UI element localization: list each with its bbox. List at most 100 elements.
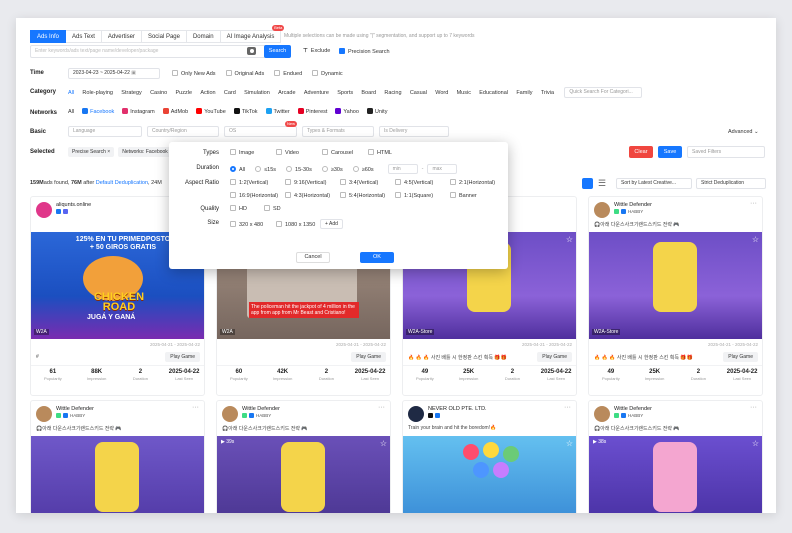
- ad-card[interactable]: Wittle Defender HABBY ··· 🎧아래 다운스사크기랜드스키…: [216, 400, 391, 513]
- category-item[interactable]: Music: [457, 90, 471, 96]
- ok-button[interactable]: OK: [360, 252, 394, 263]
- type-option[interactable]: Video: [276, 149, 322, 156]
- ad-card[interactable]: Wittle Defender HABBY ··· 🎧아래 다운스사크기랜드스키…: [30, 400, 205, 513]
- tab-ai-image-analysis[interactable]: AI Image Analysis Beta: [220, 25, 285, 43]
- star-icon[interactable]: ☆: [752, 439, 759, 448]
- network-item[interactable]: Twitter: [265, 108, 290, 115]
- more-icon[interactable]: ···: [750, 200, 757, 207]
- advanced-toggle[interactable]: Advanced ⌄: [728, 129, 759, 135]
- duration-max-input[interactable]: max: [427, 164, 458, 174]
- exclude-toggle[interactable]: ⊤ Exclude: [303, 48, 330, 54]
- more-icon[interactable]: ···: [564, 404, 571, 411]
- star-icon[interactable]: ☆: [566, 235, 573, 244]
- category-item[interactable]: Action: [200, 90, 215, 96]
- ad-card[interactable]: Wittle Defender HABBY ··· 🎧아래 다운스사크기랜드스키…: [588, 196, 763, 396]
- category-item[interactable]: All: [68, 90, 74, 96]
- network-item[interactable]: Unity: [366, 108, 387, 115]
- category-item[interactable]: Board: [361, 90, 376, 96]
- category-item[interactable]: Family: [516, 90, 532, 96]
- precision-search-checkbox[interactable]: Precision Search: [339, 48, 390, 55]
- ad-media[interactable]: ▶ 38s ☆: [589, 436, 762, 513]
- duration-min-input[interactable]: min: [387, 164, 418, 174]
- more-icon[interactable]: ···: [750, 404, 757, 411]
- aspect-option[interactable]: 1:2(Vertical): [230, 179, 285, 186]
- play-game-button[interactable]: Play Game: [537, 352, 572, 362]
- types-formats-select[interactable]: Types & Formats: [302, 126, 374, 137]
- more-icon[interactable]: ···: [192, 404, 199, 411]
- saved-filters-select[interactable]: Saved Filters: [687, 146, 765, 158]
- quality-sd[interactable]: SD: [264, 205, 281, 212]
- duration-option[interactable]: ≥60s: [352, 165, 374, 173]
- search-button[interactable]: Search: [264, 45, 291, 58]
- dedup-select[interactable]: Strict Deduplication: [696, 178, 766, 189]
- os-select[interactable]: OS New: [224, 121, 298, 137]
- original-ads-checkbox[interactable]: Original Ads: [225, 70, 264, 77]
- type-option[interactable]: Carousel: [322, 149, 368, 156]
- network-item[interactable]: TikTok: [233, 108, 258, 115]
- aspect-option[interactable]: 1:1(Square): [395, 192, 450, 199]
- category-item[interactable]: Arcade: [278, 90, 295, 96]
- network-item[interactable]: AdMob: [162, 108, 188, 115]
- network-item[interactable]: YouTube: [196, 108, 226, 115]
- grid-view-icon[interactable]: [582, 178, 593, 189]
- ad-media[interactable]: ☆: [403, 436, 576, 513]
- category-item[interactable]: Sports: [337, 90, 353, 96]
- size-320x480[interactable]: 320 x 480: [230, 220, 268, 228]
- network-item[interactable]: Instagram: [122, 108, 155, 115]
- language-select[interactable]: Language: [68, 126, 142, 137]
- network-item[interactable]: All: [68, 109, 74, 115]
- is-delivery-select[interactable]: Is Delivery: [379, 126, 449, 137]
- category-quick-search[interactable]: Quick Search For Categori...: [564, 87, 643, 98]
- size-1080x1350[interactable]: 1080 x 1350: [276, 220, 320, 228]
- star-icon[interactable]: ☆: [380, 439, 387, 448]
- type-option[interactable]: HTML: [368, 149, 414, 156]
- aspect-option[interactable]: 5:4(Horizontal): [340, 192, 395, 199]
- network-item[interactable]: Pinterest: [297, 108, 327, 115]
- ad-media[interactable]: [31, 436, 204, 513]
- category-item[interactable]: Card: [224, 90, 236, 96]
- camera-icon[interactable]: [247, 47, 256, 55]
- ad-media[interactable]: ▶ 39s ☆: [217, 436, 390, 513]
- aspect-option[interactable]: 9:16(Vertical): [285, 179, 340, 186]
- only-new-ads-checkbox[interactable]: Only New Ads: [172, 70, 216, 77]
- tab-ads-info[interactable]: Ads Info: [30, 30, 67, 43]
- category-item[interactable]: Casual: [410, 90, 427, 96]
- quality-hd[interactable]: HD: [230, 205, 264, 212]
- country-select[interactable]: Country/Region: [147, 126, 219, 137]
- more-icon[interactable]: ···: [378, 404, 385, 411]
- category-item[interactable]: Casino: [150, 90, 167, 96]
- category-item[interactable]: Simulation: [244, 90, 270, 96]
- list-view-icon[interactable]: ☰: [598, 178, 609, 189]
- chip-precise-search[interactable]: Precise Search ×: [68, 147, 115, 157]
- aspect-option[interactable]: 3:4(Vertical): [340, 179, 395, 186]
- star-icon[interactable]: ☆: [752, 235, 759, 244]
- save-button[interactable]: Save: [658, 146, 682, 158]
- category-item[interactable]: Role-playing: [82, 90, 113, 96]
- category-item[interactable]: Educational: [479, 90, 508, 96]
- duration-option[interactable]: ≤15s: [255, 165, 276, 173]
- aspect-option[interactable]: Banner: [450, 192, 505, 199]
- category-item[interactable]: Adventure: [304, 90, 329, 96]
- clear-button[interactable]: Clear: [629, 146, 653, 158]
- endued-checkbox[interactable]: Endued: [274, 70, 302, 77]
- aspect-option[interactable]: 2:1(Horizontal): [450, 179, 505, 186]
- tab-social-page[interactable]: Social Page: [141, 30, 187, 43]
- dedup-link[interactable]: Default Deduplication: [96, 180, 148, 186]
- category-item[interactable]: Puzzle: [176, 90, 193, 96]
- search-input[interactable]: Enter keywords/ads text/page name/develo…: [30, 45, 274, 58]
- aspect-option[interactable]: 16:9(Horizontal): [230, 192, 285, 199]
- tab-domain[interactable]: Domain: [186, 30, 221, 43]
- date-range-picker[interactable]: 2023-04-23 ~ 2025-04-22 ▣: [68, 68, 160, 79]
- aspect-option[interactable]: 4:5(Vertical): [395, 179, 450, 186]
- dynamic-checkbox[interactable]: Dynamic: [312, 70, 343, 77]
- category-item[interactable]: Trivia: [541, 90, 554, 96]
- chip-networks[interactable]: Networks: Facebook: [118, 147, 172, 157]
- category-item[interactable]: Strategy: [121, 90, 141, 96]
- add-size-button[interactable]: + Add: [320, 219, 343, 229]
- ad-card[interactable]: NEVER OLD PTE. LTD. ··· Train your brain…: [402, 400, 577, 513]
- aspect-option[interactable]: 4:3(Horizontal): [285, 192, 340, 199]
- ad-card[interactable]: Wittle Defender HABBY ··· 🎧아래 다운스사크기랜드스키…: [588, 400, 763, 513]
- network-item[interactable]: Facebook: [82, 108, 114, 115]
- tab-advertiser[interactable]: Advertiser: [101, 30, 142, 43]
- star-icon[interactable]: ☆: [566, 439, 573, 448]
